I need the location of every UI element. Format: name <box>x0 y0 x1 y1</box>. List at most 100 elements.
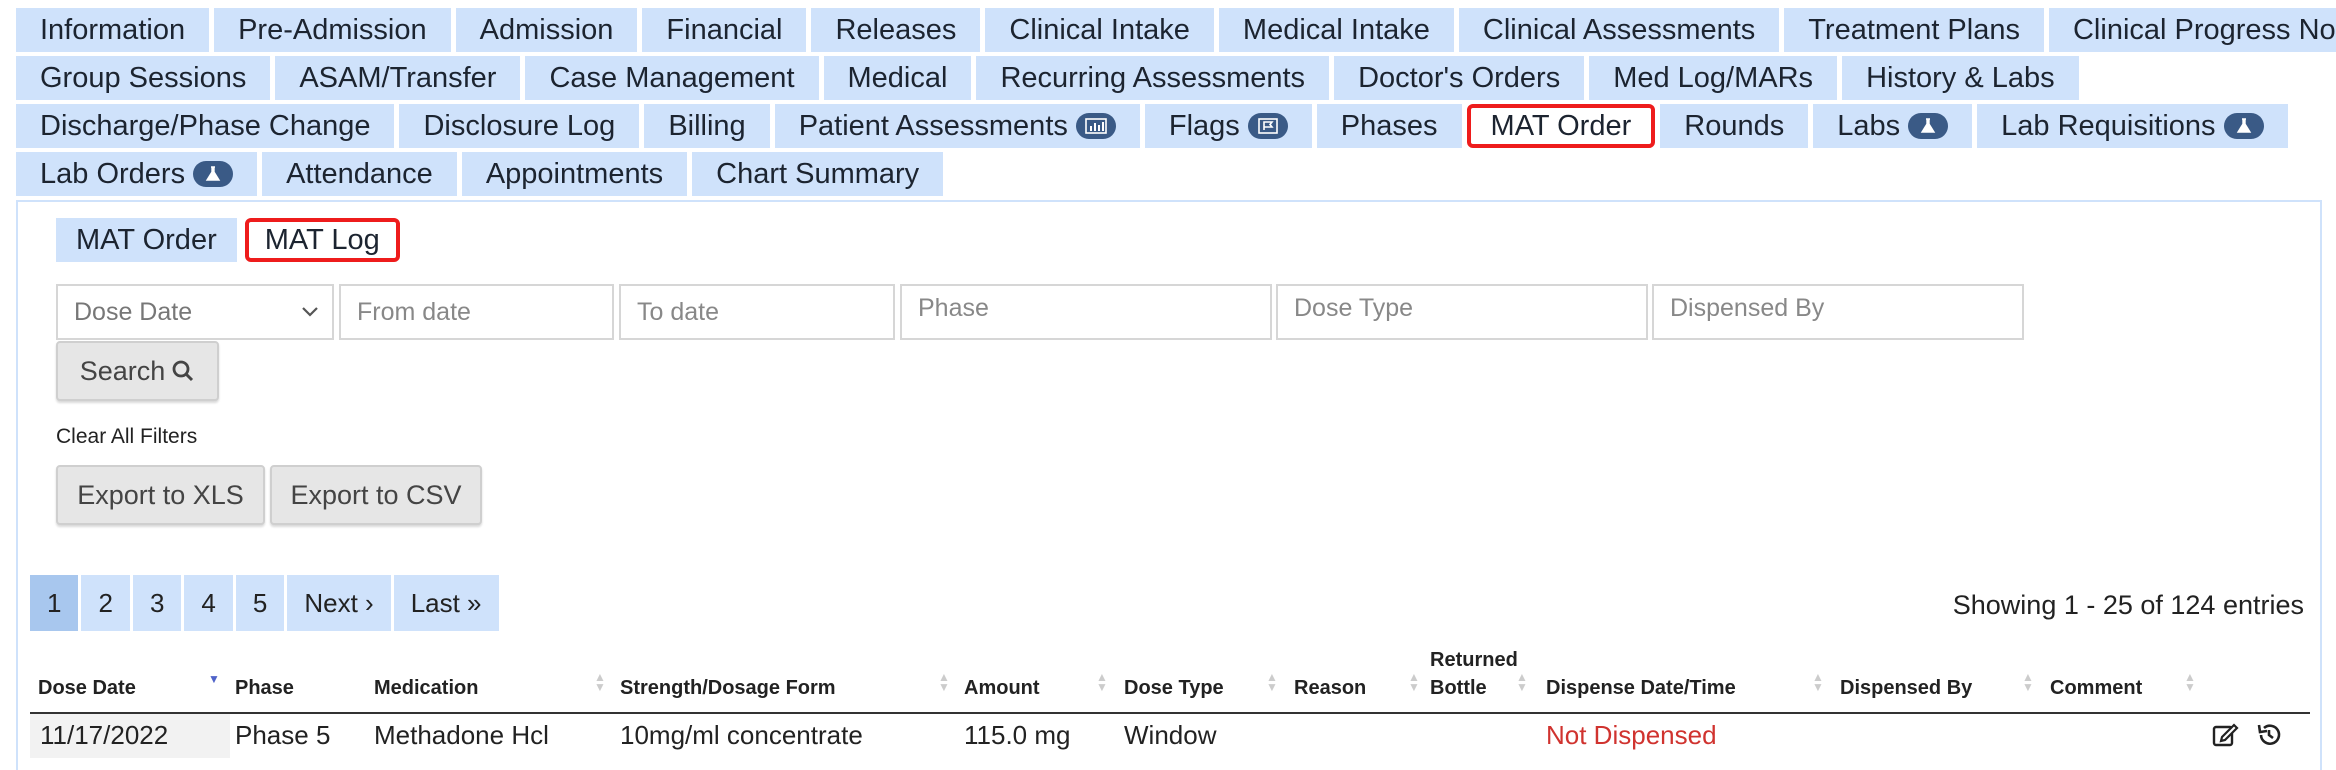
tab-recurring-assessments[interactable]: Recurring Assessments <box>976 56 1330 100</box>
entries-summary: Showing 1 - 25 of 124 entries <box>1952 590 2304 620</box>
tab-pre-admission[interactable]: Pre-Admission <box>214 8 451 52</box>
tab-asam-transfer[interactable]: ASAM/Transfer <box>275 56 521 100</box>
edit-icon[interactable] <box>2212 722 2240 753</box>
phase-input[interactable]: Phase <box>900 284 1272 340</box>
tab-releases[interactable]: Releases <box>811 8 981 52</box>
cell-medication: Methadone Hcl <box>374 720 549 750</box>
tab-financial[interactable]: Financial <box>642 8 807 52</box>
tab-labs[interactable]: Labs <box>1813 104 1973 148</box>
tab-history-labs[interactable]: History & Labs <box>1842 56 2079 100</box>
col-returned-bottle-line2[interactable]: Bottle <box>1430 674 1487 702</box>
flask-icon <box>1908 113 1949 139</box>
tab-labs-label: Labs <box>1837 110 1901 142</box>
col-dispense-datetime[interactable]: Dispense Date/Time <box>1546 674 1736 702</box>
tab-billing[interactable]: Billing <box>644 104 770 148</box>
col-amount[interactable]: Amount <box>964 674 1040 702</box>
tab-information[interactable]: Information <box>16 8 210 52</box>
tab-clinical-assessments[interactable]: Clinical Assessments <box>1458 8 1780 52</box>
tab-case-management[interactable]: Case Management <box>525 56 819 100</box>
sort-icon[interactable]: ▲ ▼ <box>938 671 950 693</box>
search-button[interactable]: Search <box>56 341 219 401</box>
tab-patient-assessments-label: Patient Assessments <box>798 110 1068 142</box>
tab-admission[interactable]: Admission <box>455 8 638 52</box>
tab-clinical-intake[interactable]: Clinical Intake <box>985 8 1214 52</box>
last-page-button[interactable]: Last » <box>393 575 499 631</box>
cell-dispense-datetime: Not Dispensed <box>1546 720 1717 750</box>
clear-all-filters-link[interactable]: Clear All Filters <box>56 425 197 449</box>
page-4[interactable]: 4 <box>184 575 233 631</box>
tab-row-1: Information Pre-Admission Admission Fina… <box>16 8 2336 52</box>
page-3[interactable]: 3 <box>132 575 182 631</box>
page-1[interactable]: 1 <box>30 575 79 631</box>
col-returned-bottle-line1[interactable]: Returned <box>1430 646 1518 674</box>
to-date-input[interactable]: To date <box>619 284 895 340</box>
tab-doctors-orders[interactable]: Doctor's Orders <box>1334 56 1585 100</box>
cell-dose-date: 11/17/2022 <box>40 720 169 750</box>
dose-type-input[interactable]: Dose Type <box>1276 284 1648 340</box>
sort-icon[interactable]: ▲ ▼ <box>594 671 606 693</box>
sort-icon[interactable]: ▲ ▼ <box>1408 671 1420 693</box>
table-header: Dose Date ▼ Phase Medication ▲ ▼ Strength… <box>30 640 2310 714</box>
bar-chart-icon <box>1075 113 1116 139</box>
page-2[interactable]: 2 <box>81 575 130 631</box>
page-5[interactable]: 5 <box>235 575 285 631</box>
tab-phases[interactable]: Phases <box>1316 104 1462 148</box>
tab-lab-orders[interactable]: Lab Orders <box>16 152 258 196</box>
next-page-button[interactable]: Next › <box>287 575 391 631</box>
tab-medical-intake[interactable]: Medical Intake <box>1218 8 1454 52</box>
tab-mat-order[interactable]: MAT Order <box>1466 104 1656 148</box>
tab-flags[interactable]: Flags <box>1144 104 1312 148</box>
main-tabs: Information Pre-Admission Admission Fina… <box>16 8 2336 200</box>
tab-row-4: Lab Orders Attendance Appointments Chart… <box>16 152 2326 196</box>
col-medication[interactable]: Medication <box>374 674 478 702</box>
cell-strength: 10mg/ml concentrate <box>620 720 863 750</box>
subtab-mat-order[interactable]: MAT Order <box>56 218 237 262</box>
sort-icon[interactable]: ▲ ▼ <box>1516 671 1528 693</box>
flag-icon <box>1247 113 1288 139</box>
col-dose-date[interactable]: Dose Date <box>38 674 136 702</box>
tab-group-sessions[interactable]: Group Sessions <box>16 56 271 100</box>
tab-row-3: Discharge/Phase Change Disclosure Log Bi… <box>16 104 2326 148</box>
sort-icon[interactable]: ▲ ▼ <box>2022 671 2034 693</box>
cell-amount: 115.0 mg <box>964 720 1071 750</box>
tab-appointments[interactable]: Appointments <box>461 152 688 196</box>
sort-icon[interactable]: ▲ ▼ <box>1266 671 1278 693</box>
sort-icon[interactable]: ▲ ▼ <box>2184 671 2196 693</box>
col-dose-type[interactable]: Dose Type <box>1124 674 1224 702</box>
sort-desc-icon[interactable]: ▼ <box>208 673 220 685</box>
flask-icon <box>2223 113 2264 139</box>
col-dispensed-by[interactable]: Dispensed By <box>1840 674 1972 702</box>
col-comment[interactable]: Comment <box>2050 674 2142 702</box>
col-phase[interactable]: Phase <box>235 674 294 702</box>
export-xls-button[interactable]: Export to XLS <box>56 465 265 525</box>
tab-treatment-plans[interactable]: Treatment Plans <box>1784 8 2044 52</box>
export-csv-button[interactable]: Export to CSV <box>270 465 482 525</box>
tab-row-2: Group Sessions ASAM/Transfer Case Manage… <box>16 56 2326 100</box>
history-icon[interactable] <box>2256 722 2282 753</box>
tab-discharge-phase-change[interactable]: Discharge/Phase Change <box>16 104 395 148</box>
dose-date-select[interactable]: Dose Date <box>56 284 334 340</box>
dose-date-select-value: Dose Date <box>74 298 193 326</box>
dispensed-by-input[interactable]: Dispensed By <box>1652 284 2024 340</box>
tab-lab-requisitions[interactable]: Lab Requisitions <box>1977 104 2288 148</box>
tab-patient-assessments[interactable]: Patient Assessments <box>774 104 1140 148</box>
tab-clinical-progress-notes[interactable]: Clinical Progress Notes <box>2048 8 2336 52</box>
tab-lab-requisitions-label: Lab Requisitions <box>2001 110 2216 142</box>
tab-medical[interactable]: Medical <box>823 56 972 100</box>
tab-disclosure-log[interactable]: Disclosure Log <box>399 104 640 148</box>
tab-med-log-mars[interactable]: Med Log/MARs <box>1589 56 1838 100</box>
tab-lab-orders-label: Lab Orders <box>40 158 186 190</box>
tab-chart-summary[interactable]: Chart Summary <box>692 152 944 196</box>
tab-attendance[interactable]: Attendance <box>262 152 457 196</box>
search-button-label: Search <box>79 355 166 386</box>
tab-rounds[interactable]: Rounds <box>1660 104 1809 148</box>
tab-flags-label: Flags <box>1168 110 1240 142</box>
subtab-mat-log[interactable]: MAT Log <box>244 218 400 262</box>
chevron-down-icon <box>300 286 320 356</box>
from-date-input[interactable]: From date <box>339 284 614 340</box>
col-strength[interactable]: Strength/Dosage Form <box>620 674 836 702</box>
table-row: 11/17/2022 Phase 5 Methadone Hcl 10mg/ml… <box>30 714 2310 758</box>
sort-icon[interactable]: ▲ ▼ <box>1096 671 1108 693</box>
sort-icon[interactable]: ▲ ▼ <box>1812 671 1824 693</box>
col-reason[interactable]: Reason <box>1294 674 1366 702</box>
